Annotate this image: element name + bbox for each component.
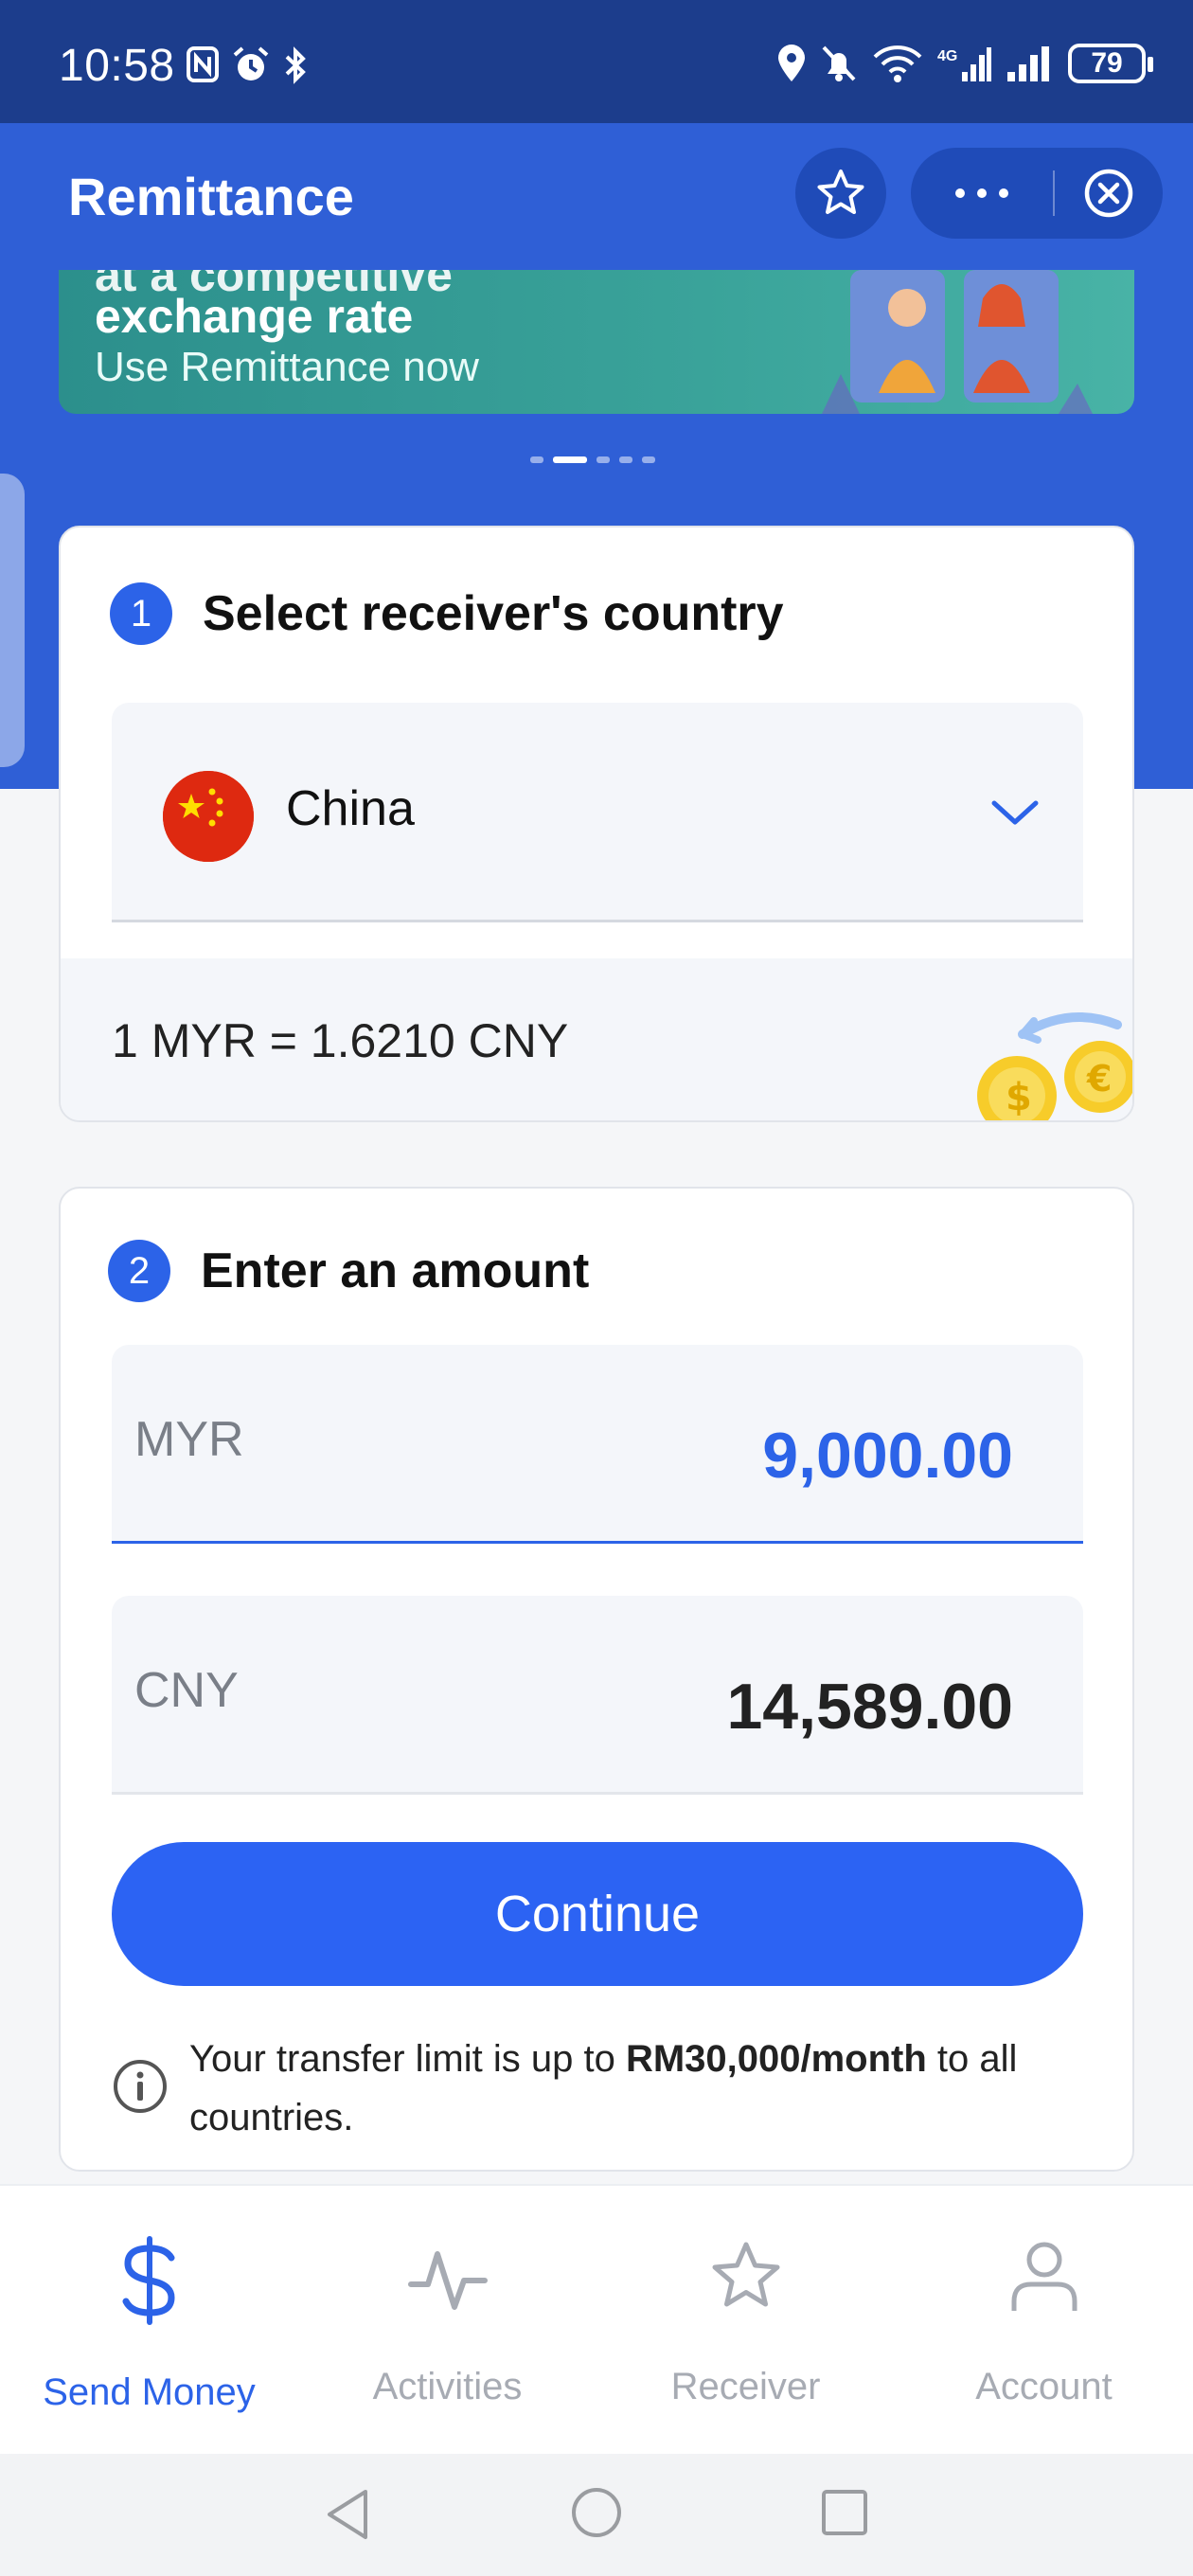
svg-text:€: € xyxy=(1086,1058,1112,1100)
step-2-header: 2 Enter an amount xyxy=(108,1240,589,1302)
status-right-icons: 4G 79 xyxy=(776,44,1153,83)
country-name: China xyxy=(286,781,415,836)
svg-text:$: $ xyxy=(1006,1076,1032,1119)
dollar-icon xyxy=(122,2236,175,2325)
nfc-icon xyxy=(187,46,219,82)
status-left-icons xyxy=(186,45,309,85)
status-bar: 10:58 4G 79 xyxy=(0,0,1193,123)
close-button[interactable] xyxy=(1055,167,1163,220)
nav-label: Send Money xyxy=(43,2371,256,2413)
close-circle-icon xyxy=(1084,169,1133,218)
recent-apps-icon[interactable] xyxy=(820,2488,869,2537)
nav-label: Receiver xyxy=(670,2366,821,2407)
back-icon[interactable] xyxy=(322,2486,375,2543)
battery-indicator: 79 xyxy=(1068,44,1153,83)
country-card: 1 Select receiver's country China 1 MYR … xyxy=(59,526,1134,1122)
nav-account[interactable]: Account xyxy=(895,2186,1193,2454)
continue-button[interactable]: Continue xyxy=(112,1842,1083,1986)
banner-illustration xyxy=(822,270,1093,414)
status-time: 10:58 xyxy=(59,41,175,91)
favorite-button[interactable] xyxy=(795,148,886,239)
step-number: 1 xyxy=(110,582,172,645)
pager-dot-active xyxy=(553,456,587,463)
banner-pagination xyxy=(530,456,655,463)
pager-dot xyxy=(596,456,610,463)
nav-receiver[interactable]: Receiver xyxy=(596,2186,895,2454)
bottom-nav: Send Money Activities Receiver Account xyxy=(0,2184,1193,2454)
system-nav-bar xyxy=(0,2454,1193,2576)
pager-dot xyxy=(642,456,655,463)
signal-4g-icon: 4G xyxy=(937,47,991,81)
more-button[interactable] xyxy=(911,187,1053,200)
receive-amount-value[interactable]: 14,589.00 xyxy=(726,1670,1013,1744)
mini-program-capsule xyxy=(911,148,1163,239)
send-amount-field[interactable]: MYR 9,000.00 xyxy=(112,1345,1083,1544)
activity-icon xyxy=(407,2251,488,2310)
more-dots-icon xyxy=(955,188,1008,198)
step-title: Enter an amount xyxy=(201,1243,590,1298)
signal-icon xyxy=(1007,46,1049,81)
promo-banner[interactable]: at a competitive exchange rate Use Remit… xyxy=(59,270,1134,414)
svg-text:4G: 4G xyxy=(937,48,957,64)
battery-level: 79 xyxy=(1091,47,1123,79)
nav-label: Activities xyxy=(372,2366,523,2407)
nav-label: Account xyxy=(975,2366,1113,2407)
nav-activities[interactable]: Activities xyxy=(298,2186,596,2454)
coins-icon: $ € xyxy=(977,1012,1132,1120)
send-amount-value[interactable]: 9,000.00 xyxy=(762,1419,1013,1493)
chevron-down-icon xyxy=(991,800,1039,825)
side-drawer-handle[interactable] xyxy=(0,474,25,767)
alarm-icon xyxy=(233,46,269,80)
transfer-limit-note: Your transfer limit is up to RM30,000/mo… xyxy=(112,2030,1077,2147)
banner-line2: exchange rate xyxy=(95,290,414,343)
bluetooth-icon xyxy=(285,46,306,84)
receive-amount-field[interactable]: CNY 14,589.00 xyxy=(112,1596,1083,1795)
exchange-rate: 1 MYR = 1.6210 CNY xyxy=(112,1014,569,1067)
send-currency: MYR xyxy=(134,1412,244,1467)
limit-prefix: Your transfer limit is up to xyxy=(189,2038,626,2080)
country-dropdown[interactable]: China xyxy=(112,703,1083,922)
home-icon[interactable] xyxy=(568,2484,625,2541)
receive-currency: CNY xyxy=(134,1663,239,1718)
pager-dot xyxy=(530,456,543,463)
wifi-icon xyxy=(873,45,922,82)
step-title: Select receiver's country xyxy=(203,586,784,641)
star-icon xyxy=(712,2242,779,2307)
china-flag-icon xyxy=(163,771,254,862)
limit-value: RM30,000/month xyxy=(625,2038,927,2080)
info-icon xyxy=(114,2060,167,2113)
mute-bell-icon xyxy=(822,45,856,81)
location-icon xyxy=(778,45,805,81)
banner-line3: Use Remittance now xyxy=(95,344,479,390)
step-1-header: 1 Select receiver's country xyxy=(110,582,784,645)
transfer-limit-text: Your transfer limit is up to RM30,000/mo… xyxy=(189,2030,1077,2147)
step-number: 2 xyxy=(108,1240,170,1302)
exchange-rate-bar: 1 MYR = 1.6210 CNY $ € xyxy=(61,958,1132,1120)
page-title: Remittance xyxy=(68,167,354,226)
star-icon xyxy=(817,170,864,214)
user-icon xyxy=(1011,2242,1077,2311)
pager-dot xyxy=(619,456,632,463)
amount-card: 2 Enter an amount MYR 9,000.00 CNY 14,58… xyxy=(59,1187,1134,2172)
nav-send-money[interactable]: Send Money xyxy=(0,2186,298,2454)
